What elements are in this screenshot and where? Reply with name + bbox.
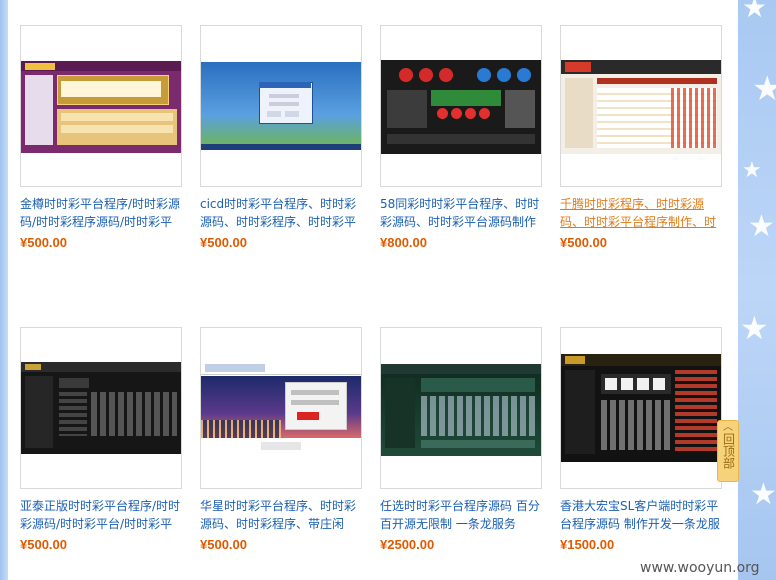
product-title-link[interactable]: 58同彩时时彩平台程序、时时彩源码、时时彩平台源码制作: [380, 195, 542, 231]
product-price: ¥2500.00: [380, 537, 435, 552]
star-icon: ★: [748, 209, 775, 244]
star-icon: ★: [740, 309, 769, 347]
product-title-link[interactable]: cicd时时彩平台程序、时时彩源码、时时彩程序、时时彩平: [200, 195, 362, 231]
left-background-strip: [0, 0, 8, 580]
product-thumbnail[interactable]: [20, 327, 182, 489]
back-to-top-label: 回顶部: [721, 433, 736, 469]
product-price: ¥1500.00: [560, 537, 615, 552]
product-thumbnail[interactable]: [380, 327, 542, 489]
watermark: www.wooyun.org: [640, 560, 760, 576]
right-background-strip: ★ ★ ★ ★ ★ ★: [738, 0, 776, 580]
star-icon: ★: [742, 158, 762, 183]
chevron-up-icon: ︿: [723, 422, 733, 433]
product-thumbnail[interactable]: [560, 25, 722, 187]
star-icon: ★: [752, 69, 776, 109]
product-grid: 金樽时时彩平台程序/时时彩源码/时时彩程序源码/时时彩平台 ¥500.00 ci…: [8, 0, 738, 580]
product-price: ¥500.00: [200, 235, 247, 250]
product-price: ¥500.00: [200, 537, 247, 552]
product-price: ¥500.00: [20, 235, 67, 250]
product-title-link[interactable]: 亚泰正版时时彩平台程序/时时彩源码/时时彩平台/时时彩平台: [20, 497, 182, 533]
product-title-link[interactable]: 香港大宏宝SL客户端时时彩平台程序源码 制作开发一条龙服: [560, 497, 722, 533]
star-icon: ★: [742, 0, 768, 24]
product-title-link[interactable]: 千腾时时彩程序、时时彩源码、时时彩平台程序制作、时: [560, 195, 722, 231]
product-price: ¥800.00: [380, 235, 427, 250]
product-thumbnail[interactable]: [20, 25, 182, 187]
product-title-link[interactable]: 金樽时时彩平台程序/时时彩源码/时时彩程序源码/时时彩平台: [20, 195, 182, 231]
star-icon: ★: [750, 477, 776, 512]
product-price: ¥500.00: [20, 537, 67, 552]
product-thumbnail[interactable]: [200, 25, 362, 187]
product-thumbnail[interactable]: [380, 25, 542, 187]
product-thumbnail[interactable]: [560, 327, 722, 489]
product-title-link[interactable]: 华星时时彩平台程序、时时彩源码、时时彩程序、带庄闲: [200, 497, 362, 533]
product-thumbnail[interactable]: [200, 327, 362, 489]
back-to-top-button[interactable]: ︿ 回顶部: [717, 420, 739, 482]
product-price: ¥500.00: [560, 235, 607, 250]
product-title-link[interactable]: 任选时时彩平台程序源码 百分百开源无限制 一条龙服务: [380, 497, 542, 533]
